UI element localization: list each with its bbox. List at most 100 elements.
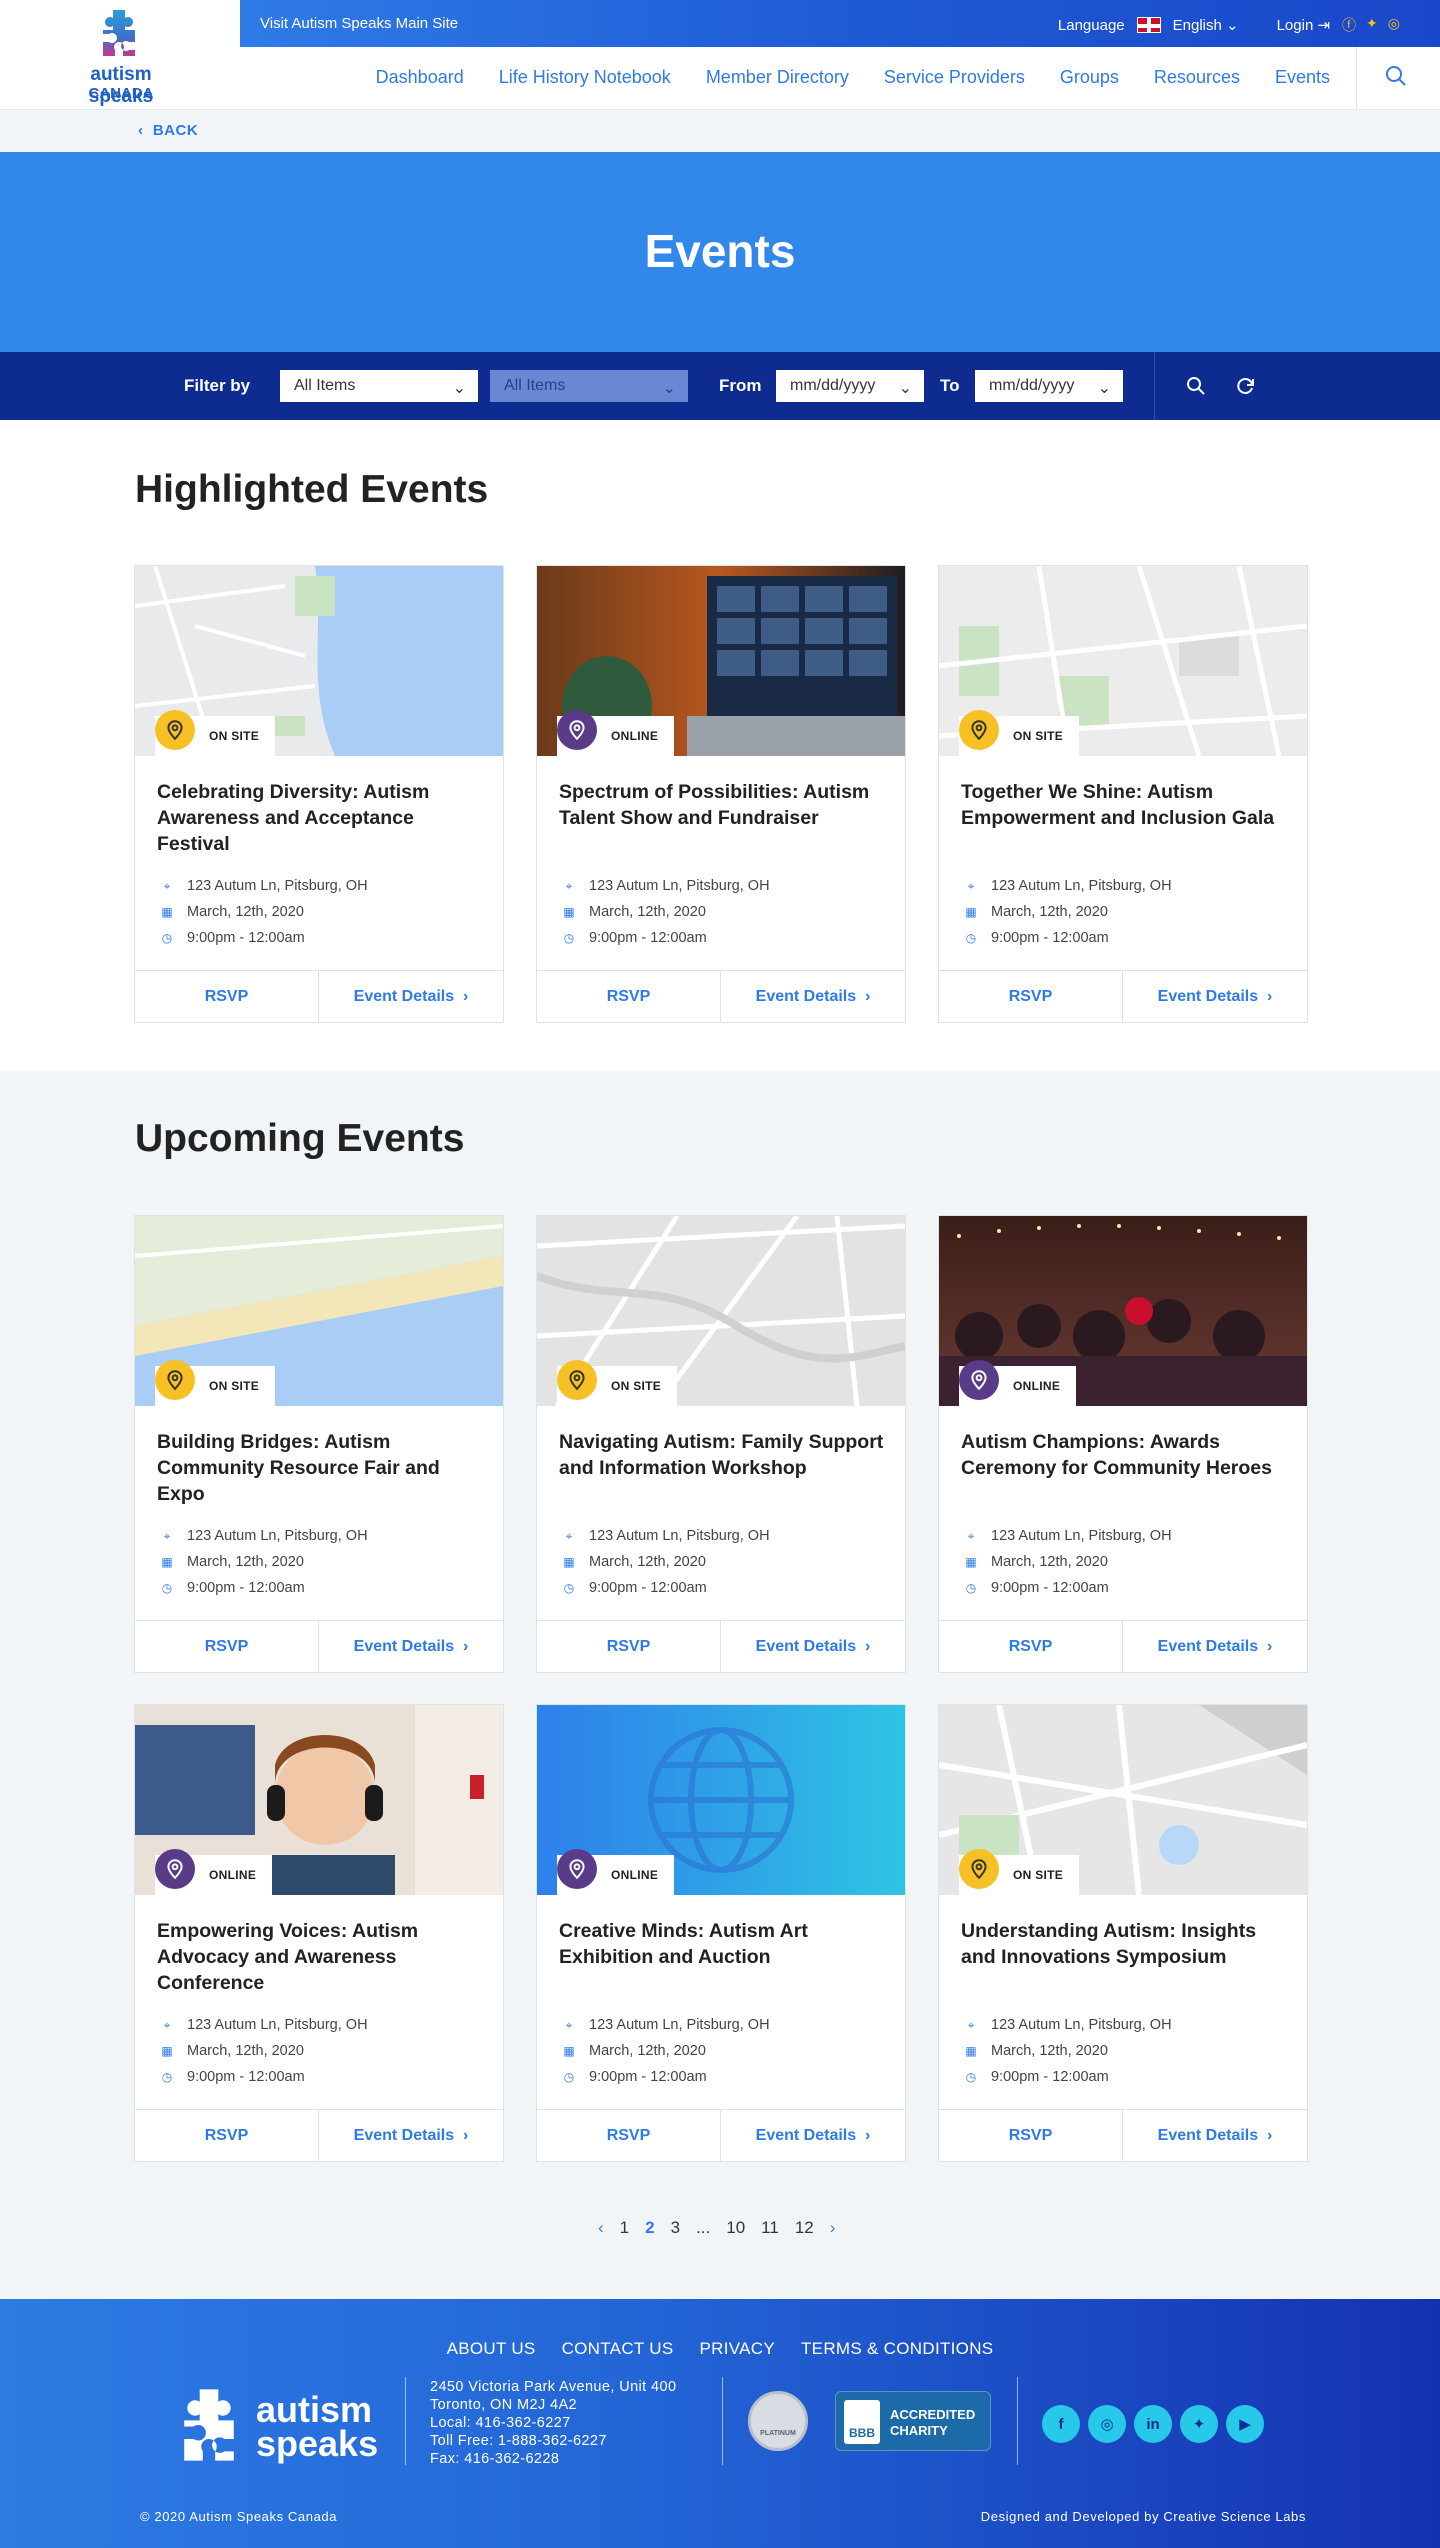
event-details-button[interactable]: Event Details › [319, 2110, 503, 2161]
event-title[interactable]: Understanding Autism: Insights and Innov… [961, 1918, 1291, 1970]
rsvp-button[interactable]: RSVP [537, 971, 721, 1022]
event-details-button[interactable]: Event Details › [721, 1621, 905, 1672]
nav-service-providers[interactable]: Service Providers [884, 67, 1025, 88]
youtube-icon[interactable]: ▶ [1226, 2405, 1264, 2443]
rsvp-button[interactable]: RSVP [537, 1621, 721, 1672]
event-title[interactable]: Spectrum of Possibilities: Autism Talent… [559, 779, 889, 831]
nav-member-directory[interactable]: Member Directory [706, 67, 849, 88]
footer-logo[interactable]: autism speaks [178, 2385, 388, 2469]
rsvp-button[interactable]: RSVP [135, 971, 319, 1022]
event-type-badge: ONLINE [557, 1849, 675, 1895]
event-details-button[interactable]: Event Details › [1123, 1621, 1307, 1672]
calendar-icon: ▦ [161, 1555, 173, 1569]
rsvp-button[interactable]: RSVP [939, 2110, 1123, 2161]
footer-divider [1017, 2377, 1018, 2465]
chevron-left-icon[interactable]: ‹ [598, 2218, 604, 2238]
filter-select-1[interactable]: All Items ⌄ [280, 370, 478, 402]
language-select[interactable]: English ⌄ [1173, 16, 1239, 34]
nav-resources[interactable]: Resources [1154, 67, 1240, 88]
filter-select-2-value: All Items [504, 377, 566, 394]
footer-contact-link[interactable]: CONTACT US [562, 2339, 674, 2359]
event-title[interactable]: Together We Shine: Autism Empowerment an… [961, 779, 1291, 831]
event-details-label: Event Details [353, 988, 455, 1005]
search-icon[interactable] [1186, 376, 1206, 396]
event-title[interactable]: Celebrating Diversity: Autism Awareness … [157, 779, 487, 857]
event-details-label: Event Details [755, 2127, 857, 2144]
event-details-button[interactable]: Event Details › [1123, 971, 1307, 1022]
filter-label: Filter by [184, 376, 251, 395]
to-date-input[interactable]: mm/dd/yyyy ⌄ [975, 370, 1123, 402]
event-details-button[interactable]: Event Details › [319, 971, 503, 1022]
location-pin-icon [968, 1858, 990, 1880]
event-title[interactable]: Empowering Voices: Autism Advocacy and A… [157, 1918, 487, 1996]
event-time: 9:00pm - 12:00am [991, 930, 1109, 946]
location-pin-icon [557, 1360, 597, 1400]
bbb-text: ACCREDITED CHARITY [890, 2407, 976, 2438]
clock-icon: ◷ [563, 1581, 575, 1595]
event-address: 123 Autum Ln, Pitsburg, OH [991, 2017, 1172, 2033]
event-title[interactable]: Creative Minds: Autism Art Exhibition an… [559, 1918, 889, 1970]
instagram-icon[interactable]: ◎ [1388, 15, 1400, 35]
rsvp-button[interactable]: RSVP [939, 1621, 1123, 1672]
refresh-icon[interactable] [1236, 376, 1256, 396]
event-date: March, 12th, 2020 [991, 1554, 1108, 1570]
event-title[interactable]: Autism Champions: Awards Ceremony for Co… [961, 1429, 1291, 1481]
page-link[interactable]: 10 [726, 2218, 745, 2238]
linkedin-icon[interactable]: in [1134, 2405, 1172, 2443]
nav-groups[interactable]: Groups [1060, 67, 1119, 88]
bbb-accredited-badge: BBB ACCREDITED CHARITY [835, 2391, 991, 2451]
event-date: March, 12th, 2020 [187, 2043, 304, 2059]
event-card: ONLINE Spectrum of Possibilities: Autism … [536, 565, 906, 1023]
back-bar: ‹ BACK [0, 109, 1440, 152]
page-link[interactable]: 12 [795, 2218, 814, 2238]
address-line: 2450 Victoria Park Avenue, Unit 400 [430, 2379, 677, 2395]
nav-dashboard[interactable]: Dashboard [376, 67, 464, 88]
to-label: To [940, 376, 960, 395]
event-title[interactable]: Navigating Autism: Family Support and In… [559, 1429, 889, 1481]
facebook-icon[interactable]: ⓕ [1342, 15, 1356, 35]
event-address: 123 Autum Ln, Pitsburg, OH [589, 2017, 770, 2033]
clock-icon: ◷ [161, 1581, 173, 1595]
footer-privacy-link[interactable]: PRIVACY [700, 2339, 775, 2359]
twitter-icon[interactable]: ✦ [1180, 2405, 1218, 2443]
instagram-icon[interactable]: ◎ [1088, 2405, 1126, 2443]
event-details-button[interactable]: Event Details › [721, 2110, 905, 2161]
event-details-button[interactable]: Event Details › [1123, 2110, 1307, 2161]
footer-logo-text: autism speaks [256, 2392, 378, 2462]
footer-terms-link[interactable]: TERMS & CONDITIONS [801, 2339, 993, 2359]
event-date: March, 12th, 2020 [991, 904, 1108, 920]
twitter-icon[interactable]: ✦ [1366, 15, 1378, 35]
page-link[interactable]: 11 [761, 2218, 779, 2238]
event-type-badge: ON SITE [959, 710, 1080, 756]
filter-select-2[interactable]: All Items ⌄ [490, 370, 688, 402]
rsvp-button[interactable]: RSVP [939, 971, 1123, 1022]
visit-main-site-link[interactable]: Visit Autism Speaks Main Site [260, 15, 458, 32]
chevron-right-icon: › [1267, 1638, 1273, 1655]
back-link[interactable]: ‹ BACK [138, 122, 198, 139]
rsvp-button[interactable]: RSVP [537, 2110, 721, 2161]
clock-icon: ◷ [563, 2070, 575, 2084]
chevron-right-icon: › [463, 988, 469, 1005]
event-details-button[interactable]: Event Details › [319, 1621, 503, 1672]
page-link-current[interactable]: 2 [645, 2218, 654, 2238]
event-actions: RSVP Event Details › [939, 1620, 1307, 1672]
event-date: March, 12th, 2020 [187, 904, 304, 920]
login-link[interactable]: Login ⇥ [1277, 16, 1330, 34]
filter-divider [1154, 352, 1155, 420]
search-icon[interactable] [1385, 65, 1407, 87]
page-link[interactable]: 1 [620, 2218, 629, 2238]
from-date-input[interactable]: mm/dd/yyyy ⌄ [776, 370, 924, 402]
language-label: Language [1057, 16, 1125, 34]
facebook-icon[interactable]: f [1042, 2405, 1080, 2443]
rsvp-button[interactable]: RSVP [135, 1621, 319, 1672]
rsvp-button[interactable]: RSVP [135, 2110, 319, 2161]
footer-about-link[interactable]: ABOUT US [447, 2339, 536, 2359]
chevron-right-icon[interactable]: › [830, 2218, 836, 2238]
nav-events[interactable]: Events [1275, 67, 1330, 88]
event-title[interactable]: Building Bridges: Autism Community Resou… [157, 1429, 487, 1507]
nav-life-history-notebook[interactable]: Life History Notebook [499, 67, 671, 88]
event-actions: RSVP Event Details › [537, 2109, 905, 2161]
page-link[interactable]: 3 [671, 2218, 680, 2238]
chevron-right-icon: › [865, 988, 871, 1005]
event-details-button[interactable]: Event Details › [721, 971, 905, 1022]
